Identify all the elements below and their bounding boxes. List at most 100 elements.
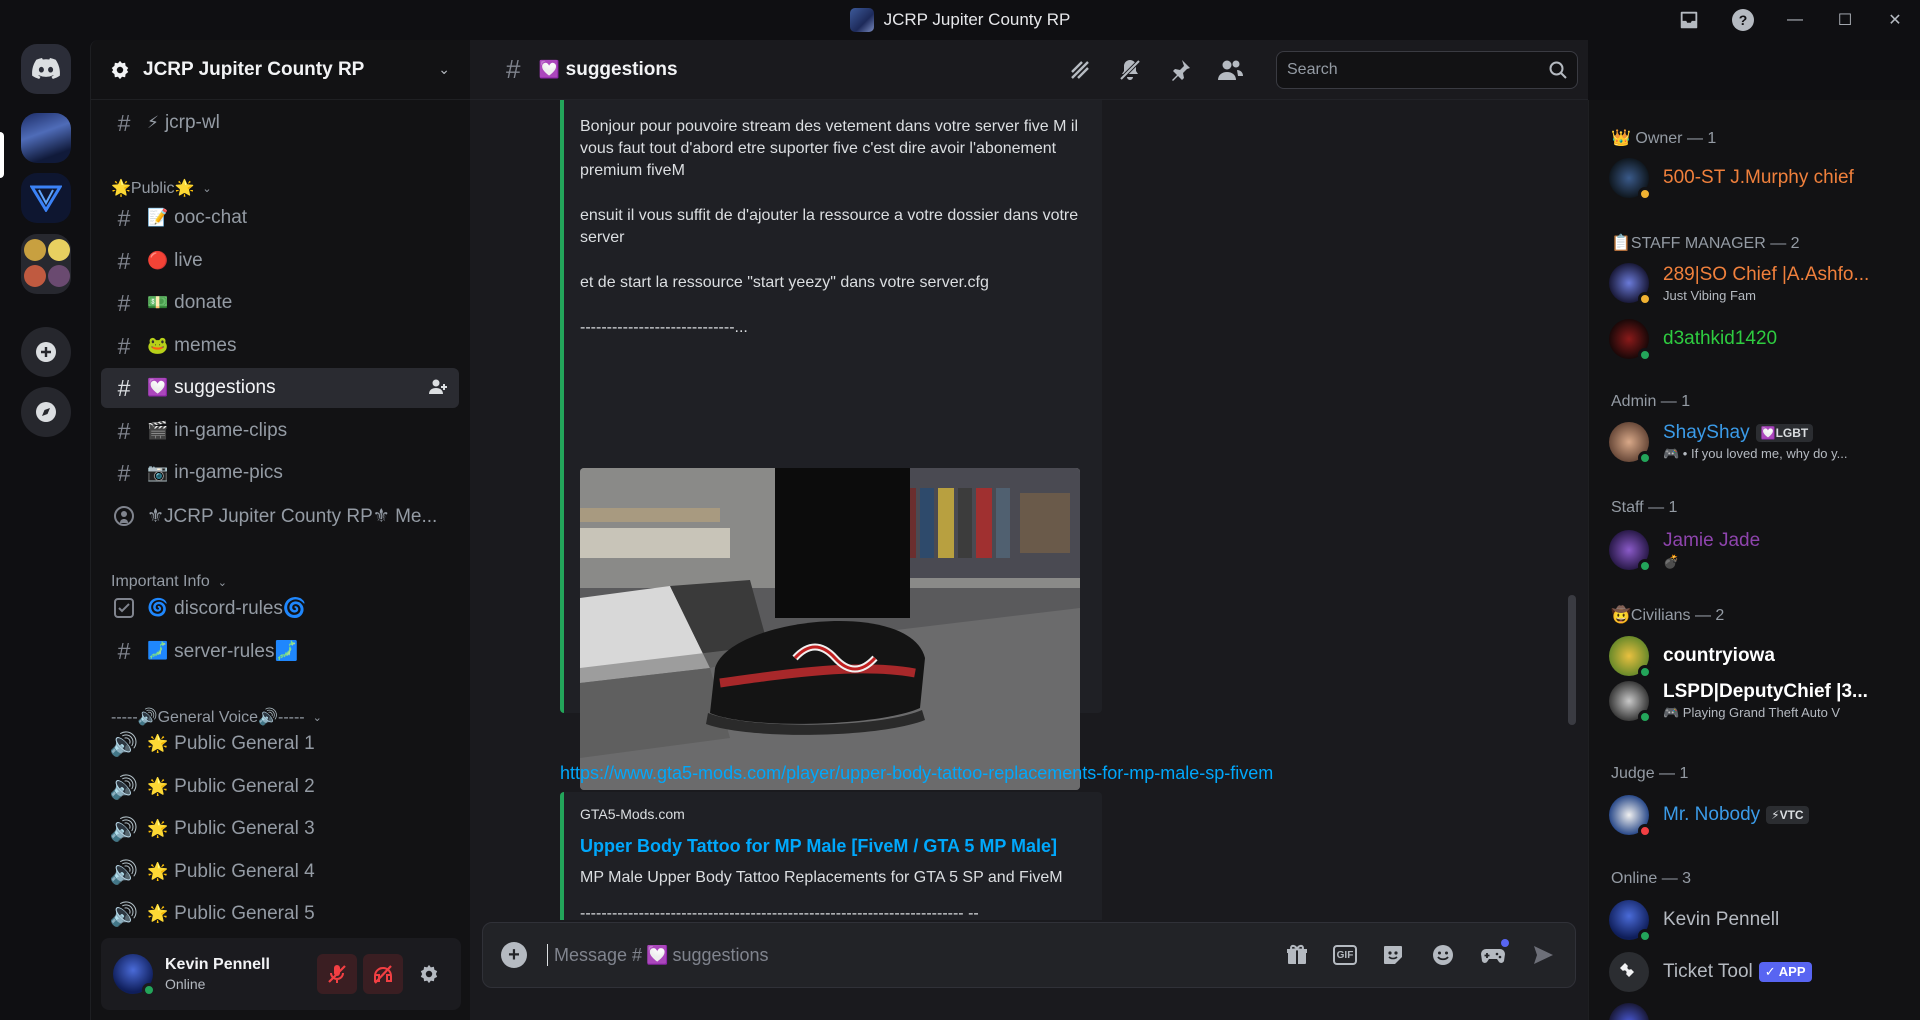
mute-mic-button[interactable]	[317, 954, 357, 994]
send-icon[interactable]	[1529, 941, 1557, 969]
channel-stage-jcrp[interactable]: ⚜JCRP Jupiter County RP⚜ Me...	[101, 496, 459, 536]
server-folder[interactable]	[21, 234, 71, 294]
member-name: LSPD|DeputyChief |3...	[1663, 681, 1868, 702]
channel-emoji: ⚡	[147, 113, 159, 132]
member-item[interactable]: LSPD|DeputyChief |3... 🎮 Playing Grand T…	[1609, 678, 1909, 724]
text-channel-icon: #	[117, 417, 131, 444]
voice-public-general-2[interactable]: 🔊 🌟 Public General 2	[101, 767, 459, 807]
message-scrollbar[interactable]	[1568, 595, 1576, 725]
discord-home-icon[interactable]	[21, 44, 71, 94]
avatar	[1609, 952, 1649, 992]
maximize-button[interactable]: ☐	[1820, 0, 1870, 40]
voice-public-general-3[interactable]: 🔊 🌟 Public General 3	[101, 809, 459, 849]
minimize-button[interactable]: —	[1770, 0, 1820, 40]
add-member-icon[interactable]	[429, 379, 447, 398]
embed-title-link[interactable]: Upper Body Tattoo for MP Male [FiveM / G…	[580, 836, 1086, 857]
search-input[interactable]: Search	[1276, 51, 1578, 89]
voice-public-general-1[interactable]: 🔊 🌟 Public General 1	[101, 724, 459, 764]
online-status-dot	[1638, 929, 1652, 943]
text-channel-icon: #	[506, 54, 521, 84]
member-list-icon[interactable]	[1216, 56, 1244, 84]
member-item[interactable]: d3athkid1420	[1609, 316, 1909, 362]
member-item-partial[interactable]	[1609, 1000, 1909, 1020]
sticker-icon[interactable]	[1379, 941, 1407, 969]
attach-plus-icon[interactable]: +	[501, 942, 527, 968]
add-server-icon[interactable]	[21, 327, 71, 377]
channel-label: in-game-clips	[174, 420, 288, 441]
embed-provider[interactable]: GTA5-Mods.com	[580, 806, 1086, 822]
close-button[interactable]: ✕	[1870, 0, 1920, 40]
window-controls: ? — ☐ ✕	[1662, 0, 1920, 40]
embed-divider-text: ----------------------------------------…	[580, 905, 979, 920]
server-icon-jcrp[interactable]	[21, 113, 71, 163]
message-composer[interactable]: + Message # 💟 suggestions GIF	[482, 922, 1576, 988]
channel-emoji: 🌀	[147, 598, 169, 617]
embed-image-sneakers[interactable]	[580, 468, 1080, 790]
channel-live[interactable]: # 🔴 live	[101, 241, 459, 281]
member-item[interactable]: Jamie Jade 💣	[1609, 527, 1909, 573]
user-meta[interactable]: Kevin Pennell Online	[165, 956, 311, 992]
voice-public-general-4[interactable]: 🔊 🌟 Public General 4	[101, 852, 459, 892]
member-item[interactable]: 500-ST J.Murphy chief	[1609, 155, 1909, 201]
member-group-online: Online — 3	[1611, 870, 1692, 887]
channel-label: in-game-pics	[174, 462, 283, 483]
channel-emoji: 🌟	[147, 777, 169, 796]
user-status: Online	[165, 976, 206, 992]
member-item[interactable]: 289|SO Chief |A.Ashfo... Just Vibing Fam	[1609, 260, 1909, 306]
text-channel-icon: #	[117, 247, 131, 274]
avatar[interactable]	[113, 954, 156, 997]
pinned-messages-icon[interactable]	[1166, 56, 1194, 84]
notifications-muted-icon[interactable]	[1116, 56, 1144, 84]
user-settings-gear-icon[interactable]	[409, 954, 449, 994]
message-link[interactable]: https://www.gta5-mods.com/player/upper-b…	[560, 763, 1273, 784]
channel-label: ⚜JCRP Jupiter County RP⚜ Me...	[147, 505, 438, 527]
voice-public-general-5[interactable]: 🔊 🌟 Public General 5	[101, 894, 459, 934]
channel-suggestions[interactable]: # 💟 suggestions	[101, 368, 459, 408]
channel-header: # 💟 suggestions Search	[470, 40, 1588, 100]
chevron-down-icon[interactable]: ⌄	[438, 61, 450, 78]
channel-emoji: 🗾	[147, 641, 169, 660]
channel-jcrp-wl[interactable]: # ⚡ jcrp-wl	[101, 103, 459, 143]
embed-paragraph: -----------------------------...	[580, 319, 748, 336]
avatar	[1609, 319, 1652, 362]
channel-label: Public General 1	[174, 733, 315, 754]
channel-emoji: 💵	[147, 293, 169, 312]
deafen-button[interactable]	[363, 954, 403, 994]
category-public[interactable]: 🌟Public🌟 ⌄	[111, 178, 212, 198]
member-item[interactable]: ShayShay 💟LGBT 🎮 • If you loved me, why d…	[1609, 419, 1909, 465]
activities-gamepad-icon[interactable]	[1479, 939, 1509, 969]
member-group-judge: Judge — 1	[1611, 765, 1689, 782]
threads-icon[interactable]	[1066, 56, 1094, 84]
member-item[interactable]: Mr. Nobody ⚡VTC	[1609, 792, 1909, 838]
channel-memes[interactable]: # 🐸 memes	[101, 326, 459, 366]
channel-in-game-pics[interactable]: # 📷 in-game-pics	[101, 453, 459, 493]
discover-icon[interactable]	[21, 387, 71, 437]
message-list[interactable]: Bonjour pour pouvoire stream des vetemen…	[470, 100, 1588, 920]
channel-server-rules[interactable]: # 🗾 server-rules🗾	[101, 631, 459, 671]
placeholder-prefix: Message #	[554, 944, 643, 965]
inbox-icon[interactable]	[1662, 0, 1716, 40]
channel-ooc-chat[interactable]: # 📝 ooc-chat	[101, 198, 459, 238]
member-item[interactable]: Ticket Tool ✓ APP	[1609, 949, 1909, 995]
embed-paragraph: Bonjour pour pouvoire stream des vetemen…	[580, 118, 1079, 179]
online-status-dot	[1638, 710, 1652, 724]
message-input[interactable]: Message # 💟 suggestions	[547, 944, 1283, 966]
server-icon-triangle[interactable]	[21, 173, 71, 223]
member-name: Jamie Jade	[1663, 530, 1761, 551]
emoji-icon[interactable]	[1429, 941, 1457, 969]
help-icon[interactable]: ?	[1716, 0, 1770, 40]
gif-button[interactable]: GIF	[1333, 945, 1357, 965]
idle-status-dot	[1638, 187, 1652, 201]
channel-in-game-clips[interactable]: # 🎬 in-game-clips	[101, 411, 459, 451]
notification-dot	[1501, 939, 1509, 947]
gift-icon[interactable]	[1283, 941, 1311, 969]
server-header[interactable]: JCRP Jupiter County RP ⌄	[91, 40, 470, 100]
member-item[interactable]: countryiowa	[1609, 633, 1909, 679]
member-item[interactable]: Kevin Pennell	[1609, 897, 1909, 943]
channel-label: Public General 4	[174, 861, 315, 882]
avatar	[1609, 158, 1652, 201]
search-placeholder: Search	[1287, 61, 1338, 78]
channel-donate[interactable]: # 💵 donate	[101, 283, 459, 323]
text-channel-icon: #	[117, 637, 131, 664]
channel-discord-rules[interactable]: 🌀 discord-rules🌀	[101, 588, 459, 628]
